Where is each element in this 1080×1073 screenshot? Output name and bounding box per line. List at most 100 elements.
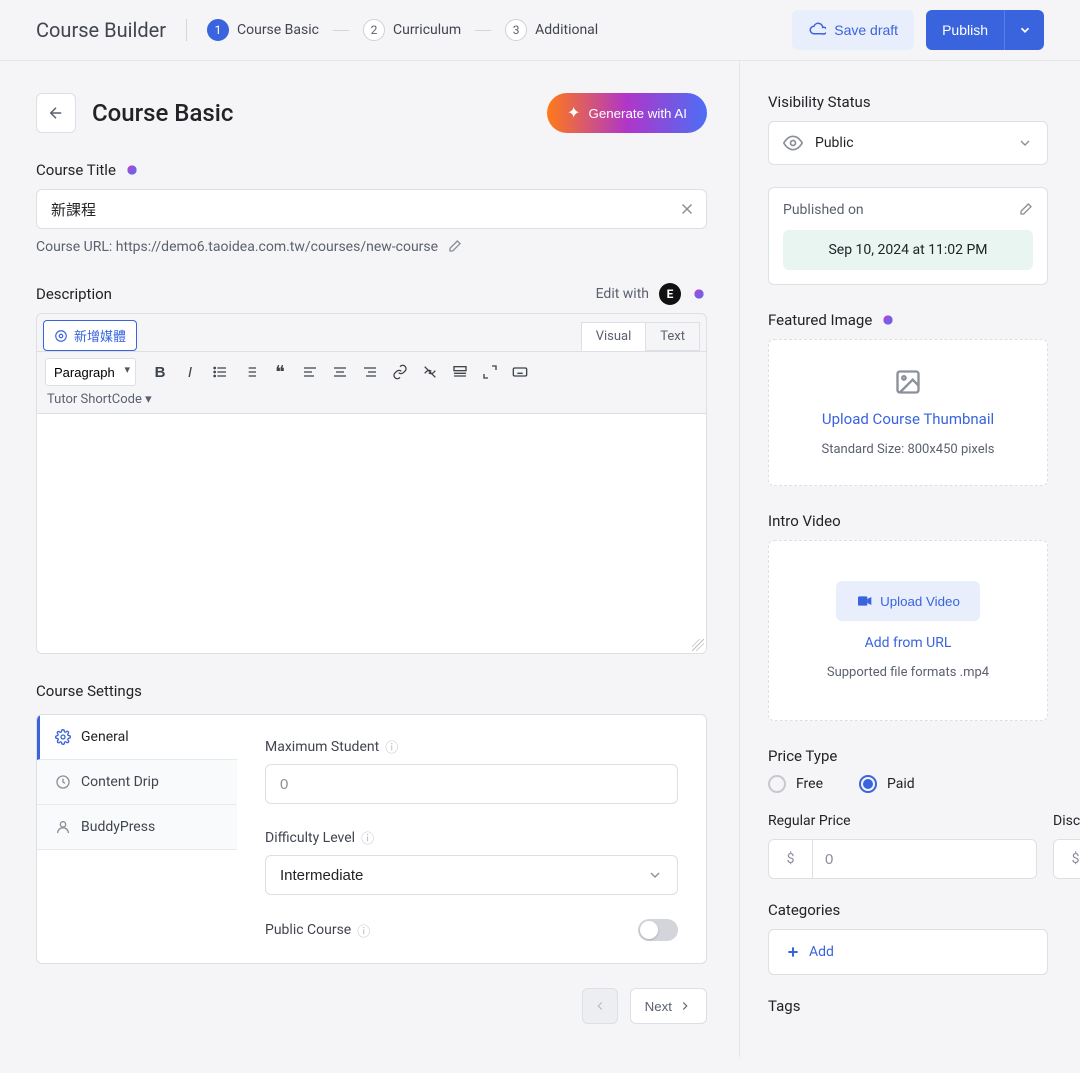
course-settings-box: General Content Drip BuddyPress Maximum … (36, 714, 707, 964)
publish-button[interactable]: Publish (926, 10, 1004, 50)
info-icon[interactable]: ⓘ (357, 921, 370, 940)
public-course-toggle[interactable] (638, 919, 678, 941)
categories-label: Categories (768, 901, 1048, 919)
bold-button[interactable]: B (146, 358, 174, 386)
back-button[interactable] (36, 93, 76, 133)
difficulty-select[interactable]: Intermediate (265, 855, 678, 895)
chevron-left-icon (593, 999, 607, 1013)
toolbar-toggle-button[interactable] (506, 358, 534, 386)
upload-thumbnail-link[interactable]: Upload Course Thumbnail (822, 410, 994, 428)
visual-tab[interactable]: Visual (581, 322, 647, 351)
align-right-button[interactable] (356, 358, 384, 386)
next-page-button[interactable]: Next (630, 988, 707, 1024)
info-icon[interactable]: ⓘ (385, 737, 398, 756)
eye-icon (783, 133, 803, 153)
add-category-button[interactable]: Add (768, 929, 1048, 975)
readmore-button[interactable] (446, 358, 474, 386)
step-curriculum[interactable]: 2 Curriculum (363, 19, 461, 41)
course-settings-heading: Course Settings (36, 682, 707, 700)
step-divider (333, 30, 349, 31)
price-free-radio[interactable]: Free (768, 775, 823, 793)
align-center-icon (332, 364, 348, 380)
radio-unchecked-icon (768, 775, 786, 793)
step-additional[interactable]: 3 Additional (505, 19, 598, 41)
edit-url-button[interactable] (446, 239, 462, 255)
save-draft-button[interactable]: Save draft (792, 10, 914, 50)
radio-checked-icon (859, 775, 877, 793)
sparkle-icon[interactable] (124, 162, 140, 178)
unlink-icon (422, 364, 438, 380)
list-ol-icon (242, 364, 258, 380)
resize-handle[interactable] (692, 639, 704, 651)
chevron-down-icon (1017, 135, 1033, 151)
divider (186, 19, 187, 41)
bullet-list-button[interactable] (206, 358, 234, 386)
generate-ai-button[interactable]: ✦ Generate with AI (547, 93, 707, 133)
expand-icon (482, 364, 498, 380)
quote-button[interactable]: ❝ (266, 358, 294, 386)
edit-icon (1017, 202, 1033, 218)
price-paid-radio[interactable]: Paid (859, 775, 915, 793)
arrow-left-icon (47, 104, 65, 122)
step-course-basic[interactable]: 1 Course Basic (207, 19, 319, 41)
video-hint: Supported file formats .mp4 (827, 665, 989, 680)
align-center-button[interactable] (326, 358, 354, 386)
chevron-right-icon (678, 999, 692, 1013)
plus-icon (785, 944, 801, 960)
add-from-url-link[interactable]: Add from URL (865, 635, 952, 651)
settings-tab-general[interactable]: General (37, 715, 237, 760)
regular-price-label: Regular Price (768, 813, 1037, 829)
page-title: Course Basic (92, 99, 531, 127)
sparkle-icon[interactable] (691, 286, 707, 302)
link-button[interactable] (386, 358, 414, 386)
settings-tab-buddypress[interactable]: BuddyPress (37, 805, 237, 850)
price-type-label: Price Type (768, 747, 1048, 765)
currency-prefix: $ (1054, 840, 1080, 878)
max-student-label: Maximum Student ⓘ (265, 737, 678, 756)
upload-video-button[interactable]: Upload Video (836, 581, 980, 621)
readmore-icon (452, 364, 468, 380)
visibility-label: Visibility Status (768, 93, 1048, 111)
step-divider (475, 30, 491, 31)
app-brand: Course Builder (36, 18, 166, 42)
add-media-button[interactable]: 新增媒體 (43, 320, 137, 351)
publish-dropdown-button[interactable] (1004, 10, 1044, 50)
settings-tab-content-drip[interactable]: Content Drip (37, 760, 237, 805)
published-on-label: Published on (783, 202, 864, 218)
elementor-icon[interactable]: E (659, 283, 681, 305)
edit-published-date-button[interactable] (1017, 202, 1033, 218)
sparkle-icon[interactable] (880, 312, 896, 328)
difficulty-label: Difficulty Level ⓘ (265, 828, 678, 847)
align-left-button[interactable] (296, 358, 324, 386)
regular-price-input[interactable] (813, 840, 1036, 878)
thumbnail-hint: Standard Size: 800x450 pixels (821, 442, 994, 457)
stepper: 1 Course Basic 2 Curriculum 3 Additional (207, 19, 598, 41)
cloud-icon (808, 21, 826, 39)
max-student-input[interactable] (265, 764, 678, 804)
clear-title-button[interactable] (675, 197, 699, 221)
video-icon (856, 593, 872, 609)
currency-prefix: $ (769, 840, 813, 878)
italic-button[interactable]: I (176, 358, 204, 386)
featured-image-upload-area[interactable]: Upload Course Thumbnail Standard Size: 8… (768, 339, 1048, 486)
edit-with-group: Edit with E (596, 283, 707, 305)
course-title-label: Course Title (36, 161, 707, 179)
text-tab[interactable]: Text (645, 322, 700, 351)
intro-video-label: Intro Video (768, 512, 1048, 530)
editor-toolbar: Paragraph B I ❝ Tutor ShortCode ▾ (37, 351, 706, 413)
info-icon[interactable]: ⓘ (361, 828, 374, 847)
prev-page-button[interactable] (582, 988, 618, 1024)
visibility-select[interactable]: Public (768, 121, 1048, 165)
top-bar: Course Builder 1 Course Basic 2 Curricul… (0, 0, 1080, 61)
intro-video-upload-area: Upload Video Add from URL Supported file… (768, 540, 1048, 721)
number-list-button[interactable] (236, 358, 264, 386)
description-editor: 新增媒體 Visual Text Paragraph B I ❝ (36, 313, 707, 654)
keyboard-icon (511, 364, 529, 380)
unlink-button[interactable] (416, 358, 444, 386)
fullscreen-button[interactable] (476, 358, 504, 386)
course-title-input[interactable] (36, 189, 707, 229)
editor-content-area[interactable] (37, 413, 706, 653)
format-select[interactable]: Paragraph (45, 358, 136, 386)
shortcode-dropdown[interactable]: Tutor ShortCode ▾ (45, 388, 698, 407)
align-right-icon (362, 364, 378, 380)
